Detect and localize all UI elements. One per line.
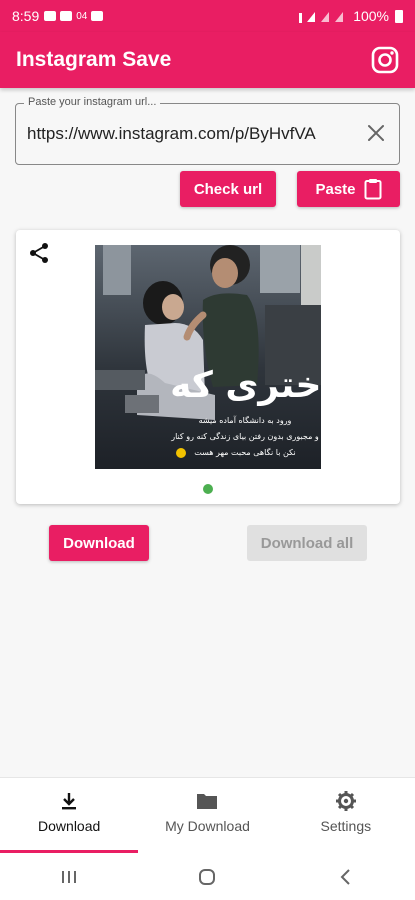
carousel-indicator — [203, 484, 213, 494]
signal-icon — [299, 12, 344, 23]
paste-button[interactable]: Paste — [297, 171, 400, 207]
download-button[interactable]: Download — [49, 525, 149, 561]
battery-percent: 100% — [353, 8, 389, 24]
nav-label-settings: Settings — [320, 818, 372, 834]
url-input-label: Paste your instagram url... — [24, 96, 161, 108]
url-input-field[interactable]: Paste your instagram url... https://www.… — [15, 96, 400, 165]
nav-item-my-download[interactable]: My Download — [138, 778, 276, 853]
notification-icons: 04 — [44, 10, 104, 22]
network-badge: 04 — [76, 10, 88, 22]
cloud-icon — [60, 11, 73, 21]
bottom-nav: Download My Download Settings — [0, 777, 415, 853]
image-icon — [91, 11, 104, 21]
status-time: 8:59 — [12, 8, 40, 24]
recents-icon[interactable] — [57, 865, 81, 889]
nav-item-settings[interactable]: Settings — [277, 778, 415, 853]
instagram-icon[interactable] — [371, 46, 399, 74]
download-all-label: Download all — [260, 534, 354, 552]
check-url-label: Check url — [193, 180, 263, 198]
battery-icon — [395, 9, 403, 23]
back-icon[interactable] — [334, 865, 358, 889]
download-button-label: Download — [63, 534, 135, 552]
paste-label: Paste — [315, 180, 356, 198]
post-photo: دختری که ورود به دانشگاه آماده میشه و مج… — [95, 245, 321, 469]
overlay-line-2: و مجبوری بدون رفتن بیای زندگی کنه رو کنا… — [170, 431, 319, 441]
clear-icon[interactable] — [365, 122, 387, 144]
app-bar: Instagram Save — [0, 32, 415, 88]
youtube-icon — [44, 11, 57, 21]
system-nav — [0, 853, 415, 900]
status-bar: 8:59 04 100% — [0, 0, 415, 32]
app-title: Instagram Save — [16, 48, 172, 71]
nav-item-download[interactable]: Download — [0, 778, 139, 853]
emoji-icon — [176, 448, 186, 458]
overlay-line-3: نکن با نگاهی محبت مهر هست — [194, 447, 295, 457]
status-left: 8:59 04 — [12, 8, 104, 24]
share-icon[interactable] — [28, 242, 50, 264]
nav-label-download: Download — [38, 818, 101, 834]
download-all-button[interactable]: Download all — [247, 525, 367, 561]
folder-icon — [197, 794, 218, 809]
status-right: 100% — [299, 8, 403, 24]
url-input-value[interactable]: https://www.instagram.com/p/ByHvfVA — [27, 124, 347, 144]
clipboard-icon — [364, 179, 382, 200]
overlay-title: دختری که — [170, 365, 321, 406]
gear-icon — [335, 791, 356, 811]
post-image: دختری که ورود به دانشگاه آماده میشه و مج… — [95, 245, 321, 469]
nav-label-my-download: My Download — [165, 818, 250, 834]
preview-card: دختری که ورود به دانشگاه آماده میشه و مج… — [16, 230, 400, 504]
overlay-line-1: ورود به دانشگاه آماده میشه — [199, 415, 292, 425]
home-icon[interactable] — [195, 865, 219, 889]
download-icon — [62, 793, 77, 810]
check-url-button[interactable]: Check url — [180, 171, 276, 207]
